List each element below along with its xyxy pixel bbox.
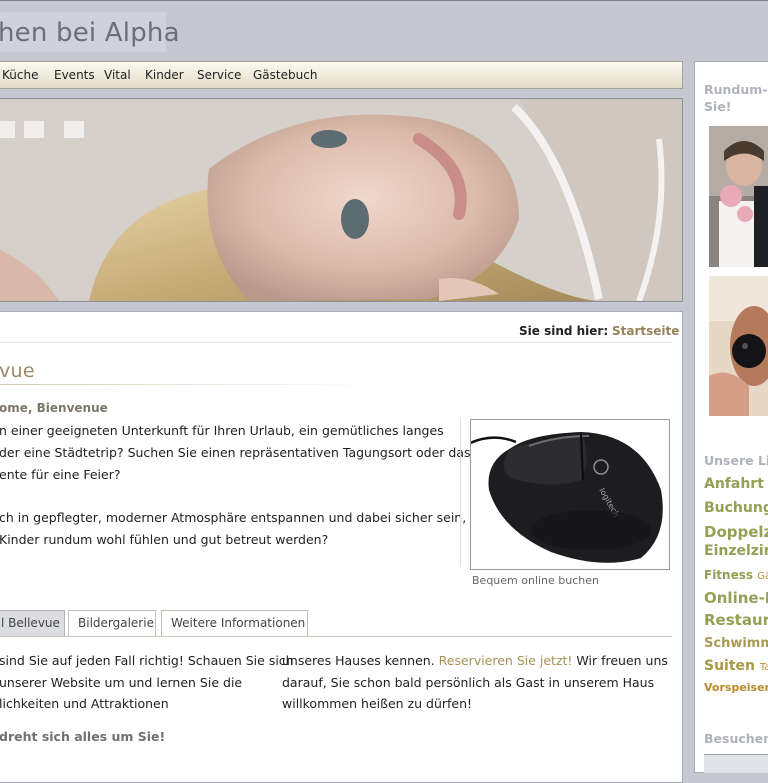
tag-link-online-buchung[interactable]: Online-Bu [704,589,768,607]
booking-image[interactable]: logitech [470,419,670,570]
tag-link-buchung[interactable]: Buchung O [704,500,768,516]
nav-item-kinder[interactable]: Kinder [145,68,184,82]
divider [0,342,672,343]
tab-text-line: darauf, Sie schon bald persönlich als Ga… [282,675,655,690]
intro-line: ch in gepflegter, moderner Atmosphäre en… [0,510,499,525]
reserve-now-link[interactable]: Reservieren Sie jetzt! [439,653,573,668]
nav-item-events[interactable]: Events [54,68,95,82]
tag-link-einzelzimmer[interactable]: Einzelzimr [704,543,768,559]
intro-line: der eine Städtetrip? Suchen Sie einen re… [0,445,471,460]
tab-bildergalerie[interactable]: Bildergalerie [68,610,156,637]
tag-link-schwimmbad[interactable]: Schwimmb [704,636,768,651]
breadcrumb-home-link[interactable]: Startseite [612,324,679,338]
intro-line: Kinder rundum wohl fühlen und gut betreu… [0,532,329,547]
site-title: hen bei Alpha [0,18,180,48]
page-title: vue [0,360,35,382]
nav-item-vital[interactable]: Vital [104,68,131,82]
title-underline [0,384,379,385]
sidebar-heading: Rundum-Se [704,82,768,97]
sidebar-widget[interactable] [704,754,768,773]
tag-link-fitness[interactable]: Fitness Gäst [704,568,768,582]
tab-text-line: unserer Website um und lernen Sie die [0,675,243,690]
main-navigation: Küche Events Vital Kinder Service Gästeb… [0,61,683,89]
intro-line: ente für eine Feier? [0,467,121,482]
nav-item-gaestebuch[interactable]: Gästebuch [253,68,317,82]
hero-photo [0,99,682,301]
right-sidebar: Rundum-Se Sie! Unsere Lin Anfahrt Ba Buc… [694,61,768,773]
nav-item-service[interactable]: Service [197,68,241,82]
tab-text-line: willkommen heißen zu dürfen! [282,696,473,711]
tab-text-line: sind Sie auf jeden Fall richtig! Schauen… [0,653,294,668]
main-content: Sie sind hier: ⁞⁚ Startseite vue ome, Bi… [0,311,683,783]
sidebar-photo-wedding[interactable] [709,126,768,267]
breadcrumb-label: Sie sind hier: [519,324,609,338]
site-logo[interactable]: hen bei Alpha [0,12,180,52]
image-caption: Bequem online buchen [472,574,600,587]
nav-item-kueche[interactable]: Küche [2,68,38,82]
intro-line: n einer geeigneten Unterkunft für Ihren … [0,423,444,438]
tab-divider [0,636,672,637]
slide-indicator[interactable] [64,121,84,138]
hero-banner [0,98,683,302]
mouse-photo: logitech [471,432,663,563]
slide-indicator[interactable] [0,121,15,138]
sidebar-heading: Sie! [704,99,732,114]
slide-indicator[interactable] [24,121,44,138]
tag-link-vorspeisen[interactable]: Vorspeisen [704,681,768,694]
page-subtitle: ome, Bienvenue [0,401,108,415]
divider [460,419,461,567]
tab-footer-text: dreht sich alles um Sie! [0,729,166,744]
sidebar-photo-bowling[interactable] [709,276,768,416]
sidebar-heading: Unsere Lin [704,453,768,468]
tab-weitere-informationen[interactable]: Weitere Informationen [161,610,308,637]
tag-link-suiten[interactable]: Suiten Tag [704,658,768,674]
top-border [0,0,768,1]
tab-text-line: lichkeiten und Attraktionen [0,696,169,711]
breadcrumb-bullet-icon: ⁞⁚ [599,327,605,336]
tag-link-doppelzimmer[interactable]: Doppelzir [704,523,768,541]
tag-link-anfahrt[interactable]: Anfahrt Ba [704,476,768,492]
tag-link-restaurant[interactable]: Restaura [704,611,768,629]
sidebar-heading: Besuchen S [704,731,768,746]
tab-bellevue[interactable]: l Bellevue [0,610,65,637]
tab-text-line: unseres Hauses kennen. Reservieren Sie j… [282,653,668,668]
